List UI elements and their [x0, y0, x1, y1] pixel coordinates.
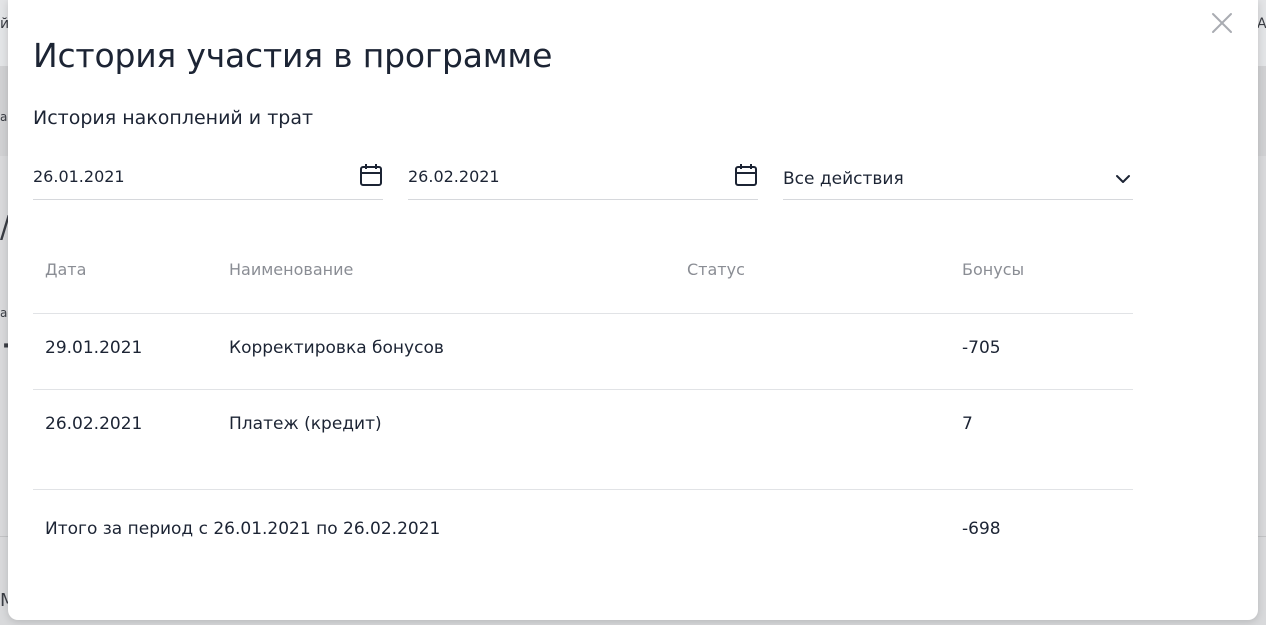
table-row: 29.01.2021 Корректировка бонусов -705: [33, 313, 1133, 390]
calendar-icon: [360, 164, 382, 186]
backdrop-text-fragment: А.: [1257, 16, 1266, 32]
row-date: 26.02.2021: [45, 414, 143, 434]
row-name: Корректировка бонусов: [229, 338, 444, 358]
table-total-row: Итого за период с 26.01.2021 по 26.02.20…: [33, 489, 1133, 560]
date-from-calendar-button[interactable]: [359, 163, 383, 187]
column-header-date: Дата: [45, 260, 87, 279]
table-row: 26.02.2021 Платеж (кредит) 7: [33, 389, 1133, 490]
modal-title: История участия в программе: [33, 36, 553, 75]
row-date: 29.01.2021: [45, 338, 143, 358]
date-to-calendar-button[interactable]: [734, 163, 758, 187]
date-to-field: [408, 156, 758, 200]
close-icon: [1212, 13, 1232, 33]
calendar-icon: [735, 164, 757, 186]
date-from-field: [33, 156, 383, 200]
column-header-bonuses: Бонусы: [962, 260, 1025, 279]
row-bonuses: -705: [962, 338, 1001, 358]
row-name: Платеж (кредит): [229, 414, 382, 434]
action-filter-select[interactable]: Все действия: [783, 156, 1133, 200]
row-bonuses: 7: [962, 414, 973, 434]
backdrop-text-fragment: а: [0, 110, 8, 124]
date-to-input[interactable]: [408, 164, 708, 188]
column-header-name: Наименование: [229, 260, 354, 279]
close-button[interactable]: [1211, 12, 1233, 34]
action-filter-value: Все действия: [783, 169, 904, 189]
column-header-status: Статус: [687, 260, 745, 279]
history-modal: История участия в программе История нако…: [8, 0, 1258, 620]
total-bonuses: -698: [962, 519, 1001, 539]
date-from-input[interactable]: [33, 164, 333, 188]
modal-subtitle: История накоплений и трат: [33, 107, 314, 129]
chevron-down-icon: [1116, 175, 1130, 183]
backdrop-text-fragment: а: [0, 306, 8, 320]
total-label: Итого за период с 26.01.2021 по 26.02.20…: [45, 519, 441, 539]
